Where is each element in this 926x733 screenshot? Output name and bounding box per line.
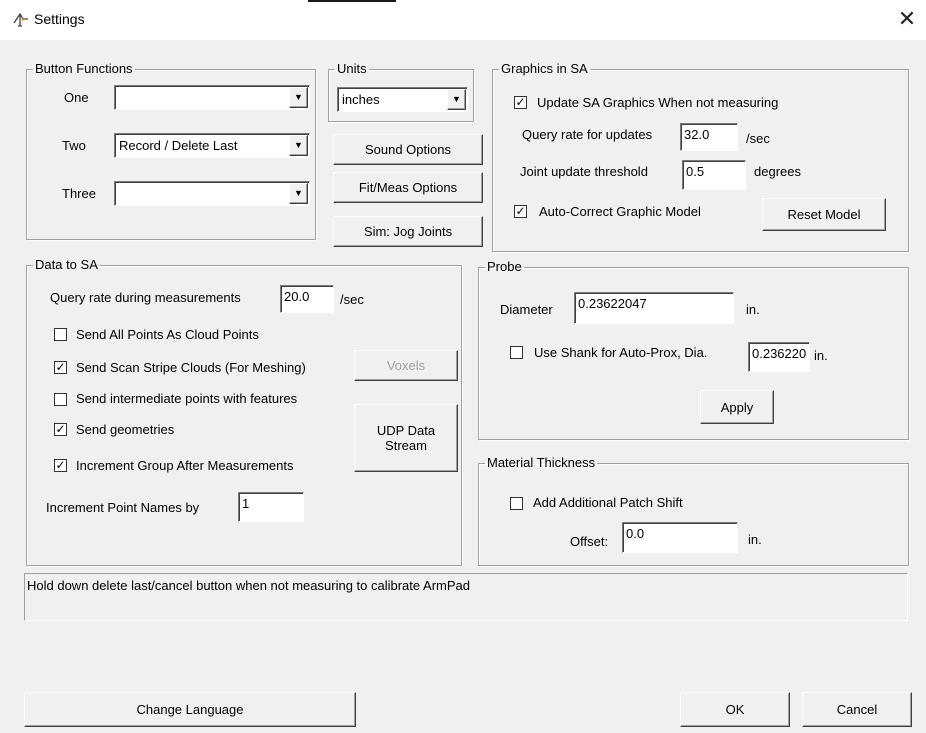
apply-button[interactable]: Apply (700, 390, 774, 424)
reset-model-button[interactable]: Reset Model (762, 198, 886, 231)
button-two-label: Two (62, 138, 86, 153)
increment-group-label: Increment Group After Measurements (76, 458, 294, 473)
cancel-button[interactable]: Cancel (802, 692, 912, 727)
material-legend: Material Thickness (487, 455, 596, 470)
joint-threshold-unit: degrees (754, 164, 801, 179)
diameter-label: Diameter (500, 302, 553, 317)
patch-shift-label: Add Additional Patch Shift (533, 495, 683, 510)
button-three-combo[interactable]: ▼ (114, 181, 310, 206)
graphics-legend: Graphics in SA (501, 61, 588, 76)
window-title: Settings (34, 11, 85, 27)
chevron-down-icon[interactable]: ▼ (289, 135, 308, 156)
increment-group-checkbox[interactable]: ✓ (54, 459, 67, 472)
send-geometries-checkbox[interactable]: ✓ (54, 423, 67, 436)
button-one-combo[interactable]: ▼ (114, 85, 310, 110)
increment-names-label: Increment Point Names by (46, 500, 200, 515)
query-rate-measurements-input[interactable]: 20.0 (280, 285, 334, 313)
joint-threshold-label: Joint update threshold (520, 164, 648, 179)
use-shank-label: Use Shank for Auto-Prox, Dia. (534, 345, 708, 360)
use-shank-checkbox[interactable] (510, 346, 523, 359)
checkmark-icon: ✓ (55, 422, 66, 436)
button-one-label: One (64, 90, 89, 105)
button-two-value: Record / Delete Last (119, 138, 238, 153)
title-bar-accent (308, 0, 396, 2)
button-functions-legend: Button Functions (35, 61, 133, 76)
settings-app-icon (13, 12, 28, 27)
diameter-unit: in. (746, 302, 760, 317)
checkmark-icon: ✓ (515, 95, 526, 109)
chevron-down-icon[interactable]: ▼ (289, 87, 308, 108)
units-combo[interactable]: inches ▼ (337, 87, 468, 112)
close-icon[interactable]: ✕ (894, 6, 920, 32)
autocorrect-label: Auto-Correct Graphic Model (539, 204, 701, 219)
button-three-label: Three (62, 186, 96, 201)
checkmark-icon: ✓ (55, 360, 66, 374)
units-value: inches (342, 92, 380, 107)
query-rate-measurements-unit: /sec (340, 292, 364, 307)
help-text-box: Hold down delete last/cancel button when… (24, 573, 908, 621)
patch-shift-checkbox[interactable] (510, 497, 523, 510)
ok-button[interactable]: OK (680, 692, 790, 727)
shank-diameter-input[interactable]: 0.236220 (748, 342, 810, 372)
increment-names-input[interactable]: 1 (238, 492, 304, 522)
diameter-input[interactable]: 0.23622047 (574, 292, 734, 324)
button-two-combo[interactable]: Record / Delete Last ▼ (114, 133, 310, 158)
offset-input[interactable]: 0.0 (622, 522, 738, 553)
intermediate-points-checkbox[interactable] (54, 393, 67, 406)
cloud-points-checkbox[interactable] (54, 328, 67, 341)
send-geometries-label: Send geometries (76, 422, 175, 437)
autocorrect-checkbox[interactable]: ✓ (514, 205, 527, 218)
update-graphics-checkbox[interactable]: ✓ (514, 96, 527, 109)
query-rate-measurements-label: Query rate during measurements (50, 290, 241, 305)
probe-legend: Probe (487, 259, 522, 274)
fit-meas-options-button[interactable]: Fit/Meas Options (333, 172, 483, 203)
checkmark-icon: ✓ (55, 458, 66, 472)
chevron-down-icon[interactable]: ▼ (447, 89, 466, 110)
sim-jog-joints-button[interactable]: Sim: Jog Joints (333, 216, 483, 247)
chevron-down-icon[interactable]: ▼ (289, 183, 308, 204)
scan-stripe-label: Send Scan Stripe Clouds (For Meshing) (76, 360, 306, 375)
intermediate-points-label: Send intermediate points with features (76, 391, 298, 406)
help-text: Hold down delete last/cancel button when… (27, 578, 470, 593)
shank-diameter-unit: in. (814, 348, 828, 363)
offset-label: Offset: (570, 534, 609, 549)
scan-stripe-checkbox[interactable]: ✓ (54, 361, 67, 374)
change-language-button[interactable]: Change Language (24, 692, 356, 727)
checkmark-icon: ✓ (515, 204, 526, 218)
voxels-button[interactable]: Voxels (354, 350, 458, 381)
joint-threshold-input[interactable]: 0.5 (682, 160, 746, 190)
cloud-points-label: Send All Points As Cloud Points (76, 327, 259, 342)
update-graphics-label: Update SA Graphics When not measuring (537, 95, 779, 110)
graphics-query-rate-label: Query rate for updates (522, 127, 653, 142)
graphics-query-rate-input[interactable]: 32.0 (680, 123, 738, 151)
udp-data-stream-button[interactable]: UDP Data Stream (354, 404, 458, 472)
offset-unit: in. (748, 532, 762, 547)
graphics-query-rate-unit: /sec (746, 131, 770, 146)
sound-options-button[interactable]: Sound Options (333, 134, 483, 165)
units-legend: Units (337, 61, 367, 76)
title-bar (0, 0, 926, 40)
data-to-sa-legend: Data to SA (35, 257, 98, 272)
